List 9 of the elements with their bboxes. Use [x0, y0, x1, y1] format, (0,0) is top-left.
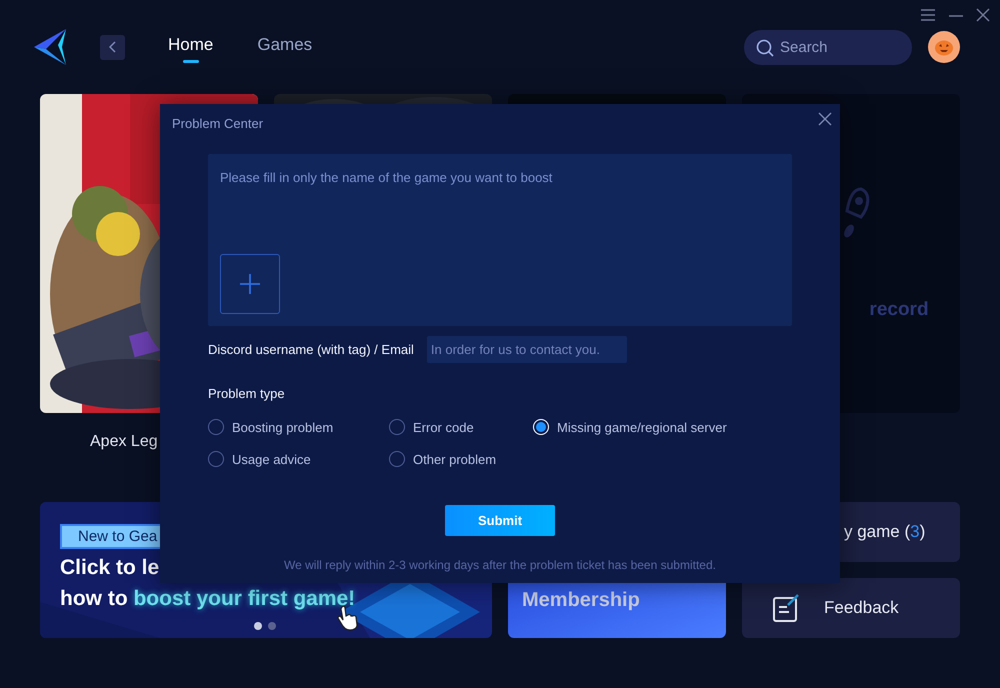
banner-text: how to boost your first game! — [60, 586, 356, 612]
problem-type-label: Problem type — [208, 386, 286, 401]
game-title: Apex Leg — [90, 433, 158, 451]
dialog-title: Problem Center — [172, 116, 264, 131]
contact-label: Discord username (with tag) / Email — [208, 342, 414, 357]
membership-title: Membership — [522, 589, 640, 612]
reply-note: We will reply within 2-3 working days after the problem ticket has been submitted. — [283, 558, 717, 572]
card-title: record — [868, 298, 929, 320]
banner-text: Click to le — [60, 555, 160, 580]
